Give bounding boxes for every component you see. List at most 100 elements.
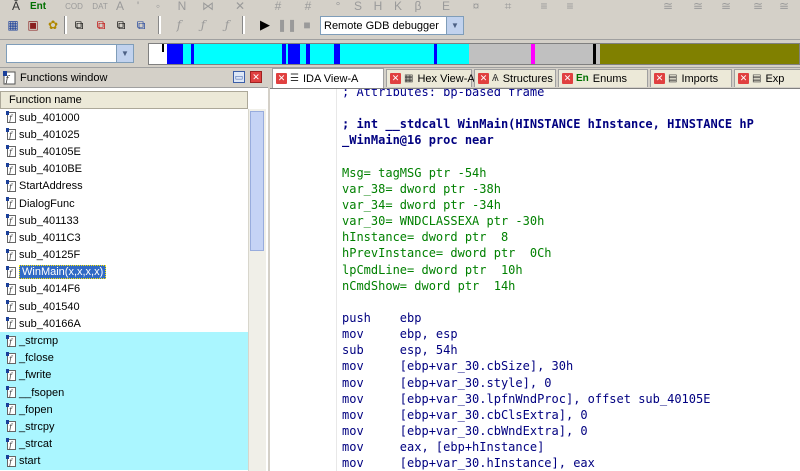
function-row[interactable]: f StartAddress [0, 178, 248, 195]
chevron-down-icon[interactable]: ▼ [116, 45, 133, 62]
code-line[interactable]: mov [ebp+var_30.cbClsExtra], 0 [342, 407, 800, 423]
code-line[interactable]: mov [ebp+var_30.hInstance], eax [342, 455, 800, 471]
code-line[interactable]: var_34= dword ptr -34h [342, 197, 800, 213]
close-icon[interactable]: ✕ [250, 71, 262, 83]
function-icon: f [6, 145, 17, 158]
function-icon: f [6, 214, 17, 227]
code-line[interactable]: hPrevInstance= dword ptr 0Ch [342, 245, 800, 261]
tab-hex-view-a[interactable]: ✕ ▦ Hex View-A [386, 69, 475, 87]
options-icon[interactable]: ✿ [44, 15, 62, 35]
column-header-function-name[interactable]: Function name [0, 91, 248, 109]
function-row[interactable]: f sub_40166A [0, 315, 248, 332]
tab-imports[interactable]: ✕ ▤ Imports [650, 69, 732, 87]
code-line[interactable]: mov [ebp+var_30.cbSize], 30h [342, 358, 800, 374]
close-icon[interactable]: ✕ [738, 73, 749, 84]
function-name: _fclose [19, 352, 54, 365]
function-row[interactable]: f _fwrite [0, 366, 248, 384]
navigation-band-segment[interactable] [194, 44, 282, 64]
close-icon[interactable]: ✕ [276, 73, 287, 84]
graph-icon[interactable]: ⧉ [92, 15, 110, 35]
code-line[interactable]: hInstance= dword ptr 8 [342, 229, 800, 245]
function-row[interactable]: f start [0, 452, 248, 470]
close-icon[interactable]: ✕ [654, 73, 665, 84]
navigation-band-segment[interactable] [469, 44, 531, 64]
navigation-band[interactable] [148, 43, 800, 65]
function-row[interactable]: f sub_401025 [0, 126, 248, 143]
debugger-select[interactable]: Remote GDB debugger ▼ [320, 16, 464, 35]
restore-icon[interactable]: ▭ [233, 71, 245, 83]
code-line[interactable]: ; int __stdcall WinMain(HINSTANCE hInsta… [342, 116, 800, 132]
function-name: StartAddress [19, 180, 83, 193]
code-line[interactable] [342, 294, 800, 310]
functions-scrollbar[interactable] [248, 109, 266, 471]
close-icon[interactable]: ✕ [562, 73, 573, 84]
navigation-band-segment[interactable] [288, 44, 300, 64]
flow-icon[interactable]: ⧉ [112, 15, 130, 35]
code-line[interactable]: sub esp, 54h [342, 342, 800, 358]
tab-exp[interactable]: ✕ ▤ Exp [734, 69, 800, 87]
navigation-band-segment[interactable] [167, 44, 183, 64]
scrollbar-thumb[interactable] [250, 111, 264, 251]
calculator-icon[interactable]: ▦ [4, 15, 22, 35]
function-row[interactable]: f sub_40105E [0, 143, 248, 160]
play-icon[interactable]: ▶ [256, 15, 274, 35]
code-line[interactable]: var_38= dword ptr -38h [342, 181, 800, 197]
function-row[interactable]: f _fclose [0, 349, 248, 367]
function-row[interactable]: f sub_401540 [0, 298, 248, 315]
current-position-marker [162, 44, 164, 52]
function-row[interactable]: f sub_4014F6 [0, 281, 248, 298]
function-row[interactable]: f _fopen [0, 401, 248, 419]
database-icon[interactable]: ▣ [24, 15, 42, 35]
function-row[interactable]: f sub_4010BE [0, 161, 248, 178]
close-icon[interactable]: ✕ [390, 73, 401, 84]
function-row[interactable]: f DialogFunc [0, 195, 248, 212]
code-line[interactable]: ; Attributes: bp-based frame [342, 89, 800, 100]
function-row[interactable]: f _strcpy [0, 418, 248, 436]
code-line[interactable]: mov [ebp+var_30.style], 0 [342, 375, 800, 391]
code-line[interactable]: nCmdShow= dword ptr 14h [342, 278, 800, 294]
edit-function-icon[interactable]: ƒ [194, 15, 212, 35]
function-row[interactable]: f sub_401133 [0, 212, 248, 229]
function-row[interactable]: f _strcmp [0, 332, 248, 350]
function-icon: f [6, 437, 17, 451]
code-line[interactable]: mov eax, [ebp+hInstance] [342, 439, 800, 455]
function-row[interactable]: f _strcat [0, 435, 248, 453]
function-icon[interactable]: f [170, 15, 188, 35]
disassembly-view[interactable]: ; Attributes: bp-based frame ; int __std… [270, 89, 800, 471]
address-select[interactable]: ▼ [6, 44, 134, 63]
code-line[interactable]: var_30= WNDCLASSEXA ptr -30h [342, 213, 800, 229]
code-line[interactable]: mov ebp, esp [342, 326, 800, 342]
code-line[interactable] [342, 100, 800, 116]
code-line[interactable] [342, 149, 800, 165]
chevron-down-icon[interactable]: ▼ [446, 17, 463, 34]
navigation-band-segment[interactable] [437, 44, 469, 64]
navigation-band-segment[interactable] [340, 44, 434, 64]
code-line[interactable]: lpCmdLine= dword ptr 10h [342, 262, 800, 278]
function-row[interactable]: f WinMain(x,x,x,x) [0, 264, 248, 281]
function-name: sub_4010BE [19, 163, 82, 176]
stop-icon[interactable]: ■ [298, 15, 316, 35]
navigation-band-segment[interactable] [600, 44, 799, 64]
tab-structures[interactable]: ✕ Ѧ Structures [474, 69, 556, 87]
tab-enums[interactable]: ✕ En Enums [558, 69, 648, 87]
navigation-band-segment[interactable] [541, 44, 593, 64]
function-row[interactable]: f sub_4011C3 [0, 229, 248, 246]
navigation-band-segment[interactable] [149, 44, 167, 64]
delete-function-icon[interactable]: ƒ [218, 15, 236, 35]
code-line[interactable]: mov [ebp+var_30.lpfnWndProc], offset sub… [342, 391, 800, 407]
tab-ida-view-a[interactable]: ✕ ☰ IDA View-A [272, 68, 384, 88]
code-line[interactable]: _WinMain@16 proc near [342, 132, 800, 148]
navigation-band-segment[interactable] [310, 44, 334, 64]
windows-icon[interactable]: ⧉ [70, 15, 88, 35]
function-row[interactable]: f sub_401000 [0, 109, 248, 126]
function-row[interactable]: f sub_40125F [0, 247, 248, 264]
close-icon[interactable]: ✕ [478, 73, 489, 84]
xref-icon[interactable]: ⧉ [132, 15, 150, 35]
code-line[interactable]: Msg= tagMSG ptr -54h [342, 165, 800, 181]
pause-icon[interactable]: ❚❚ [277, 15, 297, 35]
function-name: _fopen [19, 403, 53, 416]
function-row[interactable]: f __fsopen [0, 384, 248, 402]
navigation-band-segment[interactable] [183, 44, 191, 64]
code-line[interactable]: mov [ebp+var_30.cbWndExtra], 0 [342, 423, 800, 439]
code-line[interactable]: push ebp [342, 310, 800, 326]
